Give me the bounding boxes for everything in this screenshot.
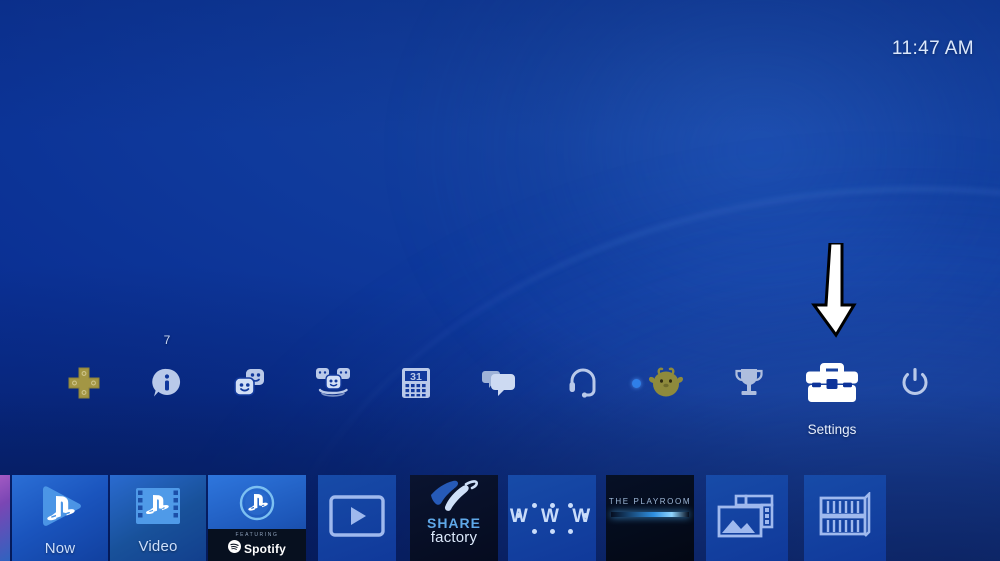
- speech-bubbles-icon: [481, 368, 517, 398]
- function-row: 7 31 Settings: [0, 334, 1000, 437]
- function-item-whats-new[interactable]: [291, 352, 375, 414]
- function-item-ps-plus[interactable]: [42, 352, 126, 414]
- content-tile-caption: Now: [44, 540, 76, 557]
- function-item-friends[interactable]: [208, 352, 292, 414]
- friends-faces-icon: [232, 366, 268, 400]
- trophy-icon: [733, 366, 765, 400]
- browser-dots-bottom: [531, 528, 573, 534]
- info-bubble-icon: [150, 366, 184, 400]
- ps-music-icon: [237, 485, 277, 528]
- function-item-power[interactable]: [873, 352, 957, 414]
- online-status-dot: [632, 379, 641, 388]
- playroom-wordmark: THE PLAYROOM: [608, 497, 692, 506]
- status-clock: 11:47 AM: [891, 38, 974, 59]
- content-tile-caption: Video: [138, 538, 178, 555]
- svg-text:31: 31: [410, 371, 422, 383]
- content-tile-capture-gallery[interactable]: [706, 475, 788, 561]
- annotation-arrow-down-icon: [808, 241, 864, 343]
- playroom-light-bar: [611, 512, 689, 517]
- power-icon: [899, 366, 931, 400]
- toolbox-icon: [804, 359, 860, 407]
- function-item-messages[interactable]: [457, 352, 541, 414]
- notification-count-badge: 7: [163, 333, 171, 347]
- content-tile-the-playroom[interactable]: THE PLAYROOM: [606, 475, 694, 561]
- ps-video-icon: [132, 485, 184, 536]
- function-selected-label: Settings: [807, 422, 857, 437]
- sharefactory-wordmark-line1: SHARE: [426, 515, 481, 531]
- calendar-31-icon: 31: [400, 366, 432, 400]
- library-shelf-icon: [818, 490, 872, 545]
- content-tile-ps-video[interactable]: Video: [110, 475, 206, 561]
- sharefactory-ribbon-icon: [425, 479, 483, 518]
- content-tile-internet-browser[interactable]: W W W: [508, 475, 596, 561]
- function-item-notifications[interactable]: 7: [125, 334, 209, 414]
- headset-icon: [568, 366, 598, 400]
- avatar-icon: [647, 366, 685, 400]
- spotify-banner: FEATURING Spotify: [208, 529, 306, 561]
- browser-www-label: W W W: [509, 505, 595, 527]
- spotify-brand-label: Spotify: [243, 541, 287, 556]
- capture-gallery-icon: [716, 493, 778, 544]
- sharefactory-wordmark-line2: factory: [430, 529, 478, 547]
- content-tile-ps-music[interactable]: Music FEATURING Spotify: [208, 475, 306, 561]
- content-tile-sharefactory[interactable]: SHARE factory: [410, 475, 498, 561]
- content-tile-live-from-playstation[interactable]: [318, 475, 396, 561]
- function-item-settings[interactable]: [790, 352, 874, 414]
- content-tile-library[interactable]: [804, 475, 886, 561]
- ps-now-icon: [35, 485, 85, 538]
- spotify-logo-icon: [227, 539, 241, 558]
- ps-plus-cross-icon: [67, 366, 101, 400]
- community-icon: [314, 366, 352, 400]
- ps4-home-screen: 11:47 AM 7 31 Settings Now Video FEATURI…: [0, 0, 1000, 561]
- function-item-profile[interactable]: [624, 352, 708, 414]
- content-tile-row: Now Video FEATURING Spotify SHARE factor…: [0, 475, 1000, 561]
- spotify-featuring-label: FEATURING: [235, 531, 279, 538]
- function-item-party[interactable]: [541, 352, 625, 414]
- content-tile-game-partial[interactable]: [0, 475, 10, 561]
- content-tile-ps-now[interactable]: Now: [12, 475, 108, 561]
- function-item-events[interactable]: 31: [374, 352, 458, 414]
- function-item-trophies[interactable]: [707, 352, 791, 414]
- play-rect-icon: [329, 494, 385, 542]
